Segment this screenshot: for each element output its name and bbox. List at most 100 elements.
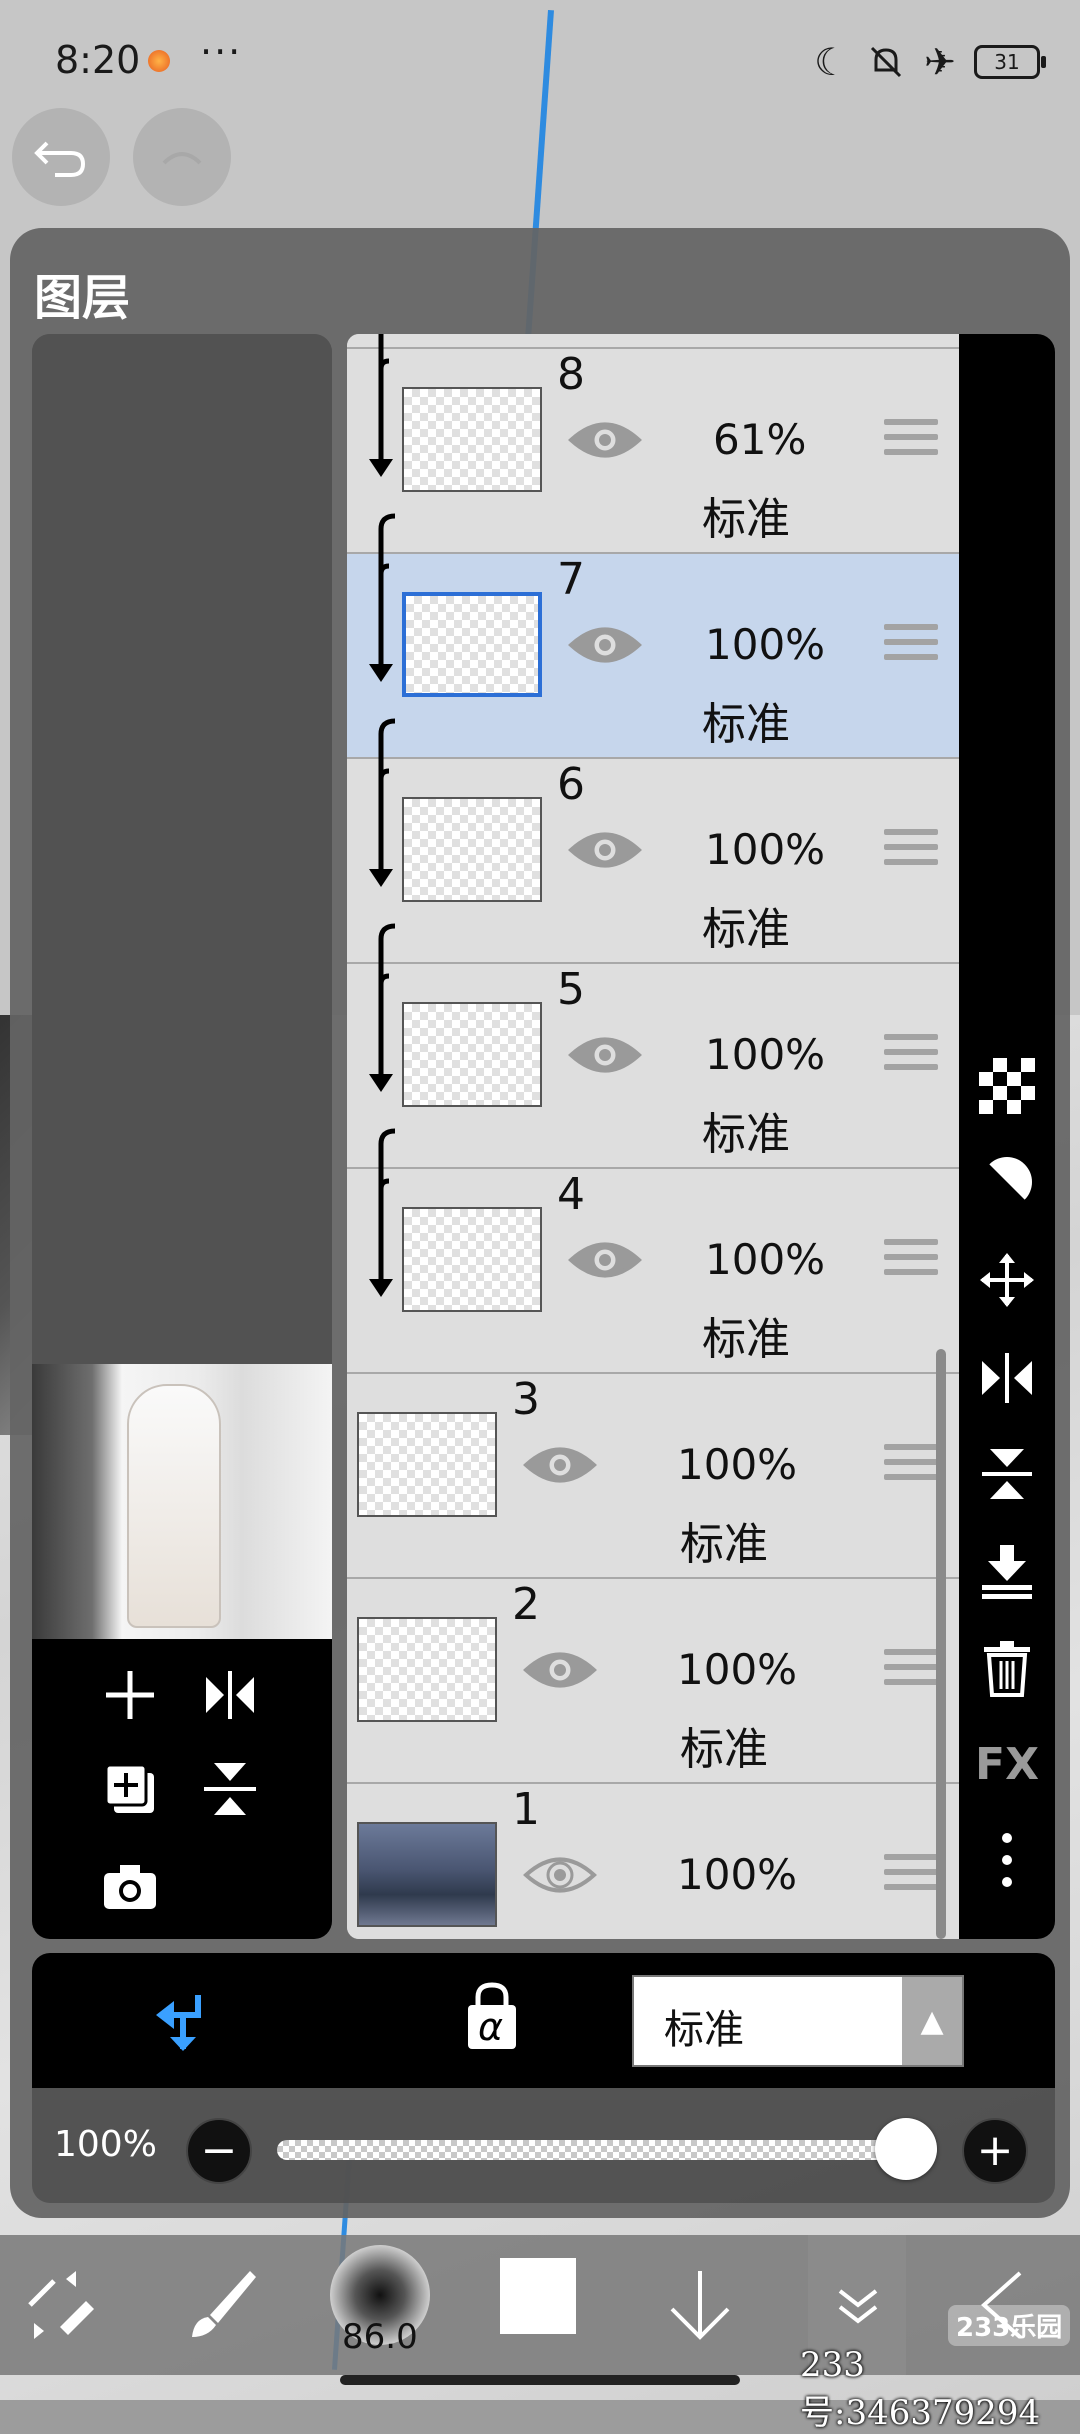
layer-thumbnail[interactable] [402,797,542,902]
mute-icon [871,46,902,78]
compress-layer-button[interactable] [192,1751,268,1827]
flip-layer-icon [206,1671,254,1719]
flip-vertical-button[interactable] [977,1444,1037,1504]
chevron-up-icon: ▲ [902,1977,962,2065]
eye-icon[interactable] [522,1442,598,1488]
alpha-lock-button[interactable]: α [462,1981,522,2055]
status-time: 8:20 [55,38,141,82]
double-chevron-down-icon [838,2289,878,2324]
layer-row[interactable]: 4 100% 标准 [347,1169,959,1374]
layer-opacity: 100% [677,1645,798,1694]
layer-list-scrollbar[interactable] [936,1349,946,1939]
layer-row[interactable]: 3 100% 标准 [347,1374,959,1579]
blend-mode-select[interactable]: 标准 ▲ [632,1975,964,2067]
layer-row[interactable]: 8 61% 标准 [347,349,959,554]
redo-button[interactable] [133,108,231,206]
layer-number: 7 [557,554,585,605]
layer-row[interactable]: 7 100% 标准 [347,554,959,759]
layer-drag-handle[interactable] [884,1854,938,1902]
layer-drag-handle[interactable] [884,829,938,877]
layer-number: 4 [557,1169,585,1220]
add-layer-button[interactable] [92,1657,168,1733]
layer-drag-handle[interactable] [884,1034,938,1082]
clipping-toggle[interactable] [152,1991,214,2057]
airplane-icon: ✈ [924,40,956,84]
layer-mode: 标准 [702,494,790,545]
layer-thumbnail[interactable] [357,1617,497,1722]
layer-down-button[interactable] [650,2255,750,2355]
layer-mode: 标准 [702,334,790,342]
eye-icon[interactable] [567,417,643,463]
eye-icon[interactable] [522,1647,598,1693]
layer-opacity: 100% [705,1030,826,1079]
flip-horizontal-button[interactable] [977,1348,1037,1408]
layer-row[interactable]: 2 100% 标准 [347,1579,959,1784]
fx-button[interactable]: FX [975,1734,1039,1794]
transform-tool-button[interactable] [10,2255,110,2355]
status-more-indicator: ··· [200,30,243,74]
move-icon [980,1253,1034,1307]
layer-thumbnail[interactable] [402,1002,542,1107]
layer-thumbnail[interactable] [402,387,542,492]
invert-button[interactable] [977,1152,1037,1212]
watermark-id: 233号:346379294 [800,2345,1041,2433]
layer-drag-handle[interactable] [884,1649,938,1697]
layer-list[interactable]: 标准 8 61% 标准 7 100% 标准 6 100% 标准 5 100% 标准 4 100% 标准 3 10… [347,334,959,1939]
duplicate-layer-button[interactable] [92,1751,168,1827]
layer-opacity: 100% [677,1850,798,1899]
layer-drag-handle[interactable] [884,1239,938,1287]
layer-drag-handle[interactable] [884,1444,938,1492]
layer-thumbnail[interactable] [402,592,542,697]
eye-icon[interactable] [522,1852,598,1898]
transparency-lock-button[interactable] [977,1056,1037,1116]
home-indicator[interactable] [340,2375,740,2385]
undo-button[interactable] [12,108,110,206]
opacity-slider-thumb[interactable] [875,2118,937,2180]
more-options-button[interactable] [977,1830,1037,1890]
moon-icon: ☾ [814,40,849,84]
status-icons: ☾ ✈ 31 [814,40,1046,84]
eye-icon[interactable] [567,1032,643,1078]
undo-icon [34,141,86,177]
flip-horizontal-icon [982,1353,1032,1403]
opacity-slider-track[interactable] [277,2140,937,2160]
color-swatch[interactable] [500,2258,576,2334]
merge-down-button[interactable] [977,1542,1037,1602]
layer-number: 1 [512,1784,540,1835]
trash-icon [984,1641,1030,1697]
move-button[interactable] [977,1250,1037,1310]
layer-row[interactable]: 5 100% 标准 [347,964,959,1169]
layer-thumbnail[interactable] [357,1412,497,1517]
eye-icon[interactable] [567,827,643,873]
layer-mode: 标准 [702,904,790,955]
delete-layer-button[interactable] [977,1638,1037,1698]
eye-icon[interactable] [567,622,643,668]
alpha-symbol: α [478,2005,504,2049]
merge-down-icon [982,1545,1032,1599]
brush-tool-button[interactable] [170,2255,270,2355]
preview-character [127,1384,221,1628]
layer-tools-toolbar: FX [959,334,1055,1939]
opacity-increase-button[interactable]: + [962,2118,1028,2184]
eye-icon[interactable] [567,1237,643,1283]
layer-opacity: 61% [713,415,807,464]
layer-number: 8 [557,349,585,400]
checker-icon [979,1058,1035,1114]
layer-drag-handle[interactable] [884,624,938,672]
battery-indicator: 31 [974,45,1046,79]
compress-icon [204,1763,256,1815]
arrow-down-icon [670,2271,730,2340]
layer-mode: 标准 [680,1724,768,1775]
layer-row[interactable]: 6 100% 标准 [347,759,959,964]
layer-opacity: 100% [677,1440,798,1489]
layer-thumbnail[interactable] [402,1207,542,1312]
layer-row[interactable]: 1 100% [347,1784,959,1939]
layer-thumbnail[interactable] [357,1822,497,1927]
flip-layer-button[interactable] [192,1657,268,1733]
layer-preview-area [32,334,332,1939]
camera-button[interactable] [92,1849,168,1925]
brush-size-value: 86.0 [342,2317,418,2357]
opacity-decrease-button[interactable]: − [186,2118,252,2184]
layer-drag-handle[interactable] [884,419,938,467]
camera-icon [104,1865,156,1909]
